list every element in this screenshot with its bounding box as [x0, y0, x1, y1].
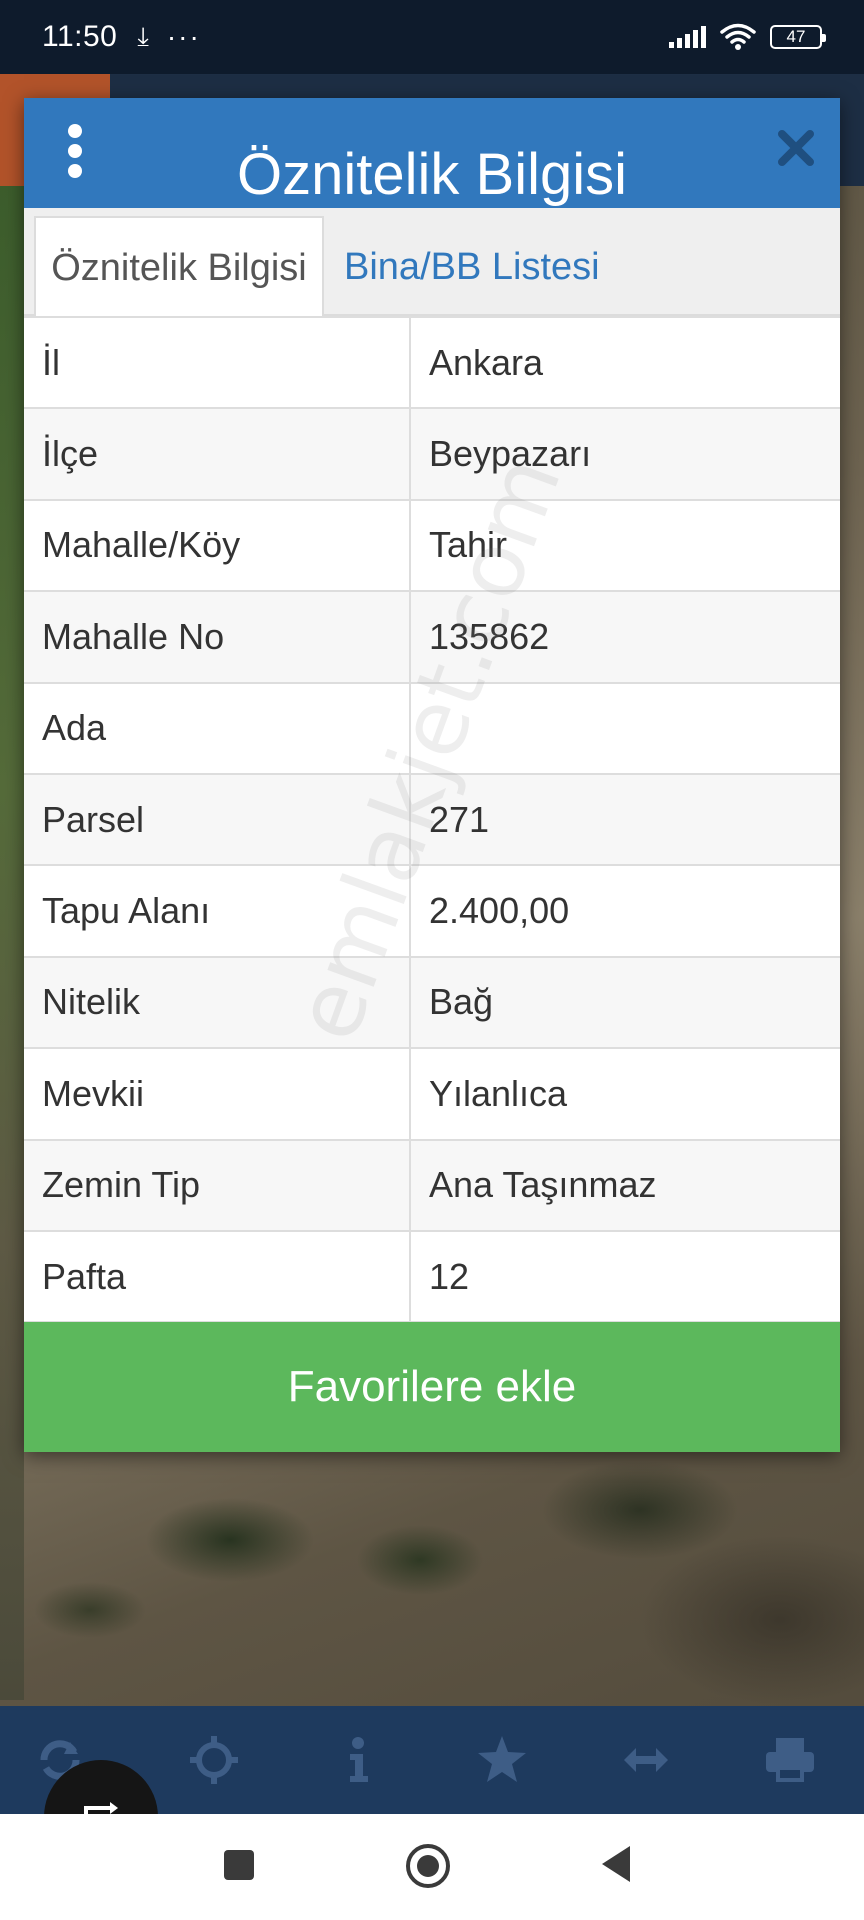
info-icon[interactable]	[332, 1734, 384, 1786]
table-row: Mahalle/Köy Tahir	[24, 498, 840, 593]
table-row: Ada	[24, 681, 840, 775]
attribute-value: 271	[409, 772, 840, 867]
table-row: Mahalle No 135862	[24, 590, 840, 684]
table-row: Parsel 271	[24, 772, 840, 867]
map-vegetation	[0, 180, 24, 1700]
attribute-value: 2.400,00	[409, 864, 840, 958]
attribute-name: Nitelik	[24, 955, 411, 1050]
attribute-name: İlçe	[24, 407, 411, 501]
table-row: Mevkii Yılanlıca	[24, 1047, 840, 1141]
attribute-value: Beypazarı	[409, 407, 840, 501]
tab-attribute-info[interactable]: Öznitelik Bilgisi	[34, 216, 324, 318]
print-icon[interactable]	[764, 1734, 816, 1786]
attribute-dialog: Öznitelik Bilgisi Öznitelik Bilgisi Bina…	[24, 98, 840, 1452]
attribute-name: Mahalle/Köy	[24, 498, 411, 593]
system-nav-bar	[0, 1814, 864, 1920]
table-row: Pafta 12	[24, 1229, 840, 1324]
attribute-name: Mahalle No	[24, 590, 411, 684]
dialog-header: Öznitelik Bilgisi	[24, 98, 840, 208]
attribute-value: Tahir	[409, 498, 840, 593]
measure-icon[interactable]	[620, 1734, 672, 1786]
wifi-icon	[720, 23, 756, 50]
back-button[interactable]	[602, 1846, 630, 1882]
attribute-name: Parsel	[24, 772, 411, 867]
home-button[interactable]	[406, 1844, 450, 1888]
attribute-name: Tapu Alanı	[24, 864, 411, 958]
dialog-title: Öznitelik Bilgisi	[237, 142, 627, 207]
status-indicators: 47	[669, 23, 826, 51]
attribute-value: Bağ	[409, 955, 840, 1050]
table-row: Nitelik Bağ	[24, 955, 840, 1050]
attribute-value: Ankara	[409, 315, 840, 410]
attribute-name: İl	[24, 315, 411, 410]
tab-bar: Öznitelik Bilgisi Bina/BB Listesi	[24, 208, 840, 318]
recents-button[interactable]	[224, 1850, 254, 1880]
attribute-value	[409, 681, 840, 775]
download-icon: ⤓	[137, 21, 149, 51]
battery-icon: 47	[770, 25, 826, 49]
attribute-table: İl Ankara İlçe Beypazarı Mahalle/Köy Tahir Mah…	[24, 315, 840, 1324]
signal-icon	[669, 26, 706, 48]
battery-level: 47	[786, 27, 806, 46]
attribute-name: Zemin Tip	[24, 1138, 411, 1232]
crosshair-icon[interactable]	[188, 1734, 240, 1786]
attribute-value: 12	[409, 1229, 840, 1324]
status-time: 11:50	[42, 20, 118, 53]
star-icon[interactable]	[476, 1734, 528, 1786]
add-to-favorites-button[interactable]: Favorilere ekle	[24, 1322, 840, 1452]
table-row: Zemin Tip Ana Taşınmaz	[24, 1138, 840, 1232]
tab-building-list[interactable]: Bina/BB Listesi	[344, 216, 644, 318]
attribute-name: Pafta	[24, 1229, 411, 1324]
attribute-name: Mevkii	[24, 1047, 411, 1141]
close-icon[interactable]	[776, 128, 816, 168]
table-row: İlçe Beypazarı	[24, 407, 840, 501]
attribute-value: 135862	[409, 590, 840, 684]
more-notifications-icon: ···	[166, 21, 201, 52]
table-row: Tapu Alanı 2.400,00	[24, 864, 840, 958]
status-bar: 11:50 ⤓ ··· 47	[0, 0, 864, 74]
table-row: İl Ankara	[24, 315, 840, 410]
attribute-value: Ana Taşınmaz	[409, 1138, 840, 1232]
attribute-name: Ada	[24, 681, 411, 775]
attribute-value: Yılanlıca	[409, 1047, 840, 1141]
